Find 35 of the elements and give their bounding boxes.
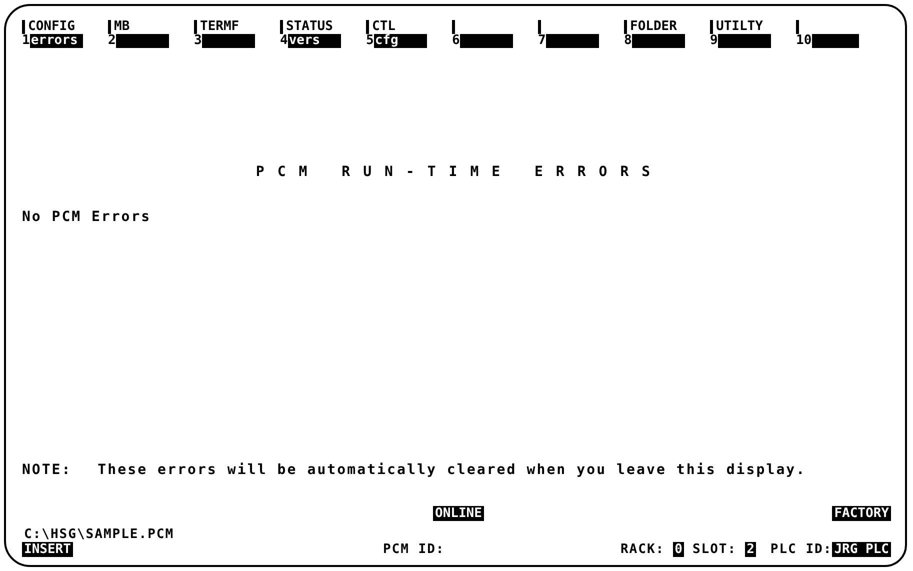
function-key[interactable] [718, 34, 771, 48]
slot-value: 2 [744, 542, 756, 557]
function-key[interactable]: cfg [374, 34, 427, 48]
function-key-number: 6 [452, 34, 460, 48]
rack-value: 0 [672, 542, 684, 557]
file-path: C:\HSG\SAMPLE.PCM [24, 527, 174, 542]
folder-indicator: FACTORY [832, 506, 891, 521]
function-key-number: 8 [624, 34, 632, 48]
pcm-id-label: PCM ID: [382, 542, 445, 557]
function-key-number: 7 [538, 34, 546, 48]
function-key[interactable] [116, 34, 169, 48]
function-key[interactable] [632, 34, 685, 48]
function-key-number: 2 [108, 34, 116, 48]
function-key-number: 1 [22, 34, 30, 48]
plc-id-label: PLC ID: [770, 542, 832, 557]
mode-indicator: ONLINE [433, 506, 484, 521]
rack-label: RACK: [620, 542, 665, 557]
function-key-number: 9 [710, 34, 718, 48]
function-key-number: 3 [194, 34, 202, 48]
note-text: These errors will be automatically cleared when you leave this display. [98, 462, 806, 478]
function-key[interactable] [202, 34, 255, 48]
note-label: NOTE: [22, 462, 72, 478]
slot-label: SLOT: [692, 542, 737, 557]
function-key-number: 10 [796, 34, 812, 48]
function-key[interactable] [812, 34, 859, 48]
plc-id-value: JRG PLC [832, 542, 891, 557]
function-key[interactable] [460, 34, 513, 48]
function-key-number: 5 [366, 34, 374, 48]
status-message: No PCM Errors [22, 209, 152, 225]
screen-title: PCM RUN-TIME ERRORS [256, 164, 664, 180]
edit-mode-indicator: INSERT [22, 542, 73, 557]
function-key[interactable]: vers [288, 34, 341, 48]
function-key[interactable] [546, 34, 599, 48]
function-key-number: 4 [280, 34, 288, 48]
function-key[interactable]: errors [30, 34, 83, 48]
